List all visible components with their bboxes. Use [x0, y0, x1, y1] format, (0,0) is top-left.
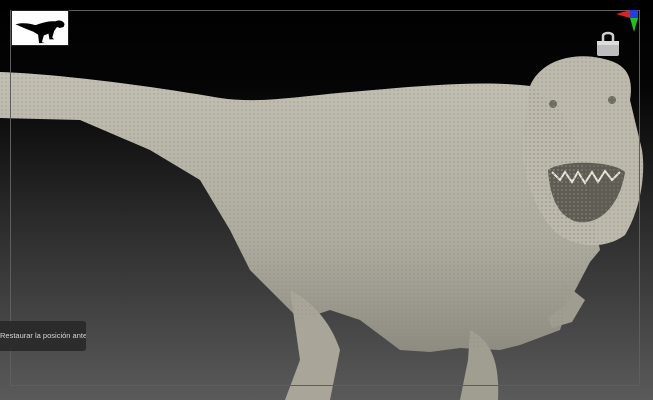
3d-viewport[interactable]: Restaurar la posición anterior. — [0, 0, 653, 400]
viewport-frame — [10, 10, 640, 386]
tooltip-restore-position: Restaurar la posición anterior. — [0, 321, 86, 351]
tooltip-text: Restaurar la posición anterior. — [0, 331, 86, 340]
lock-icon[interactable] — [594, 28, 622, 58]
trex-silhouette-icon[interactable] — [11, 10, 69, 46]
